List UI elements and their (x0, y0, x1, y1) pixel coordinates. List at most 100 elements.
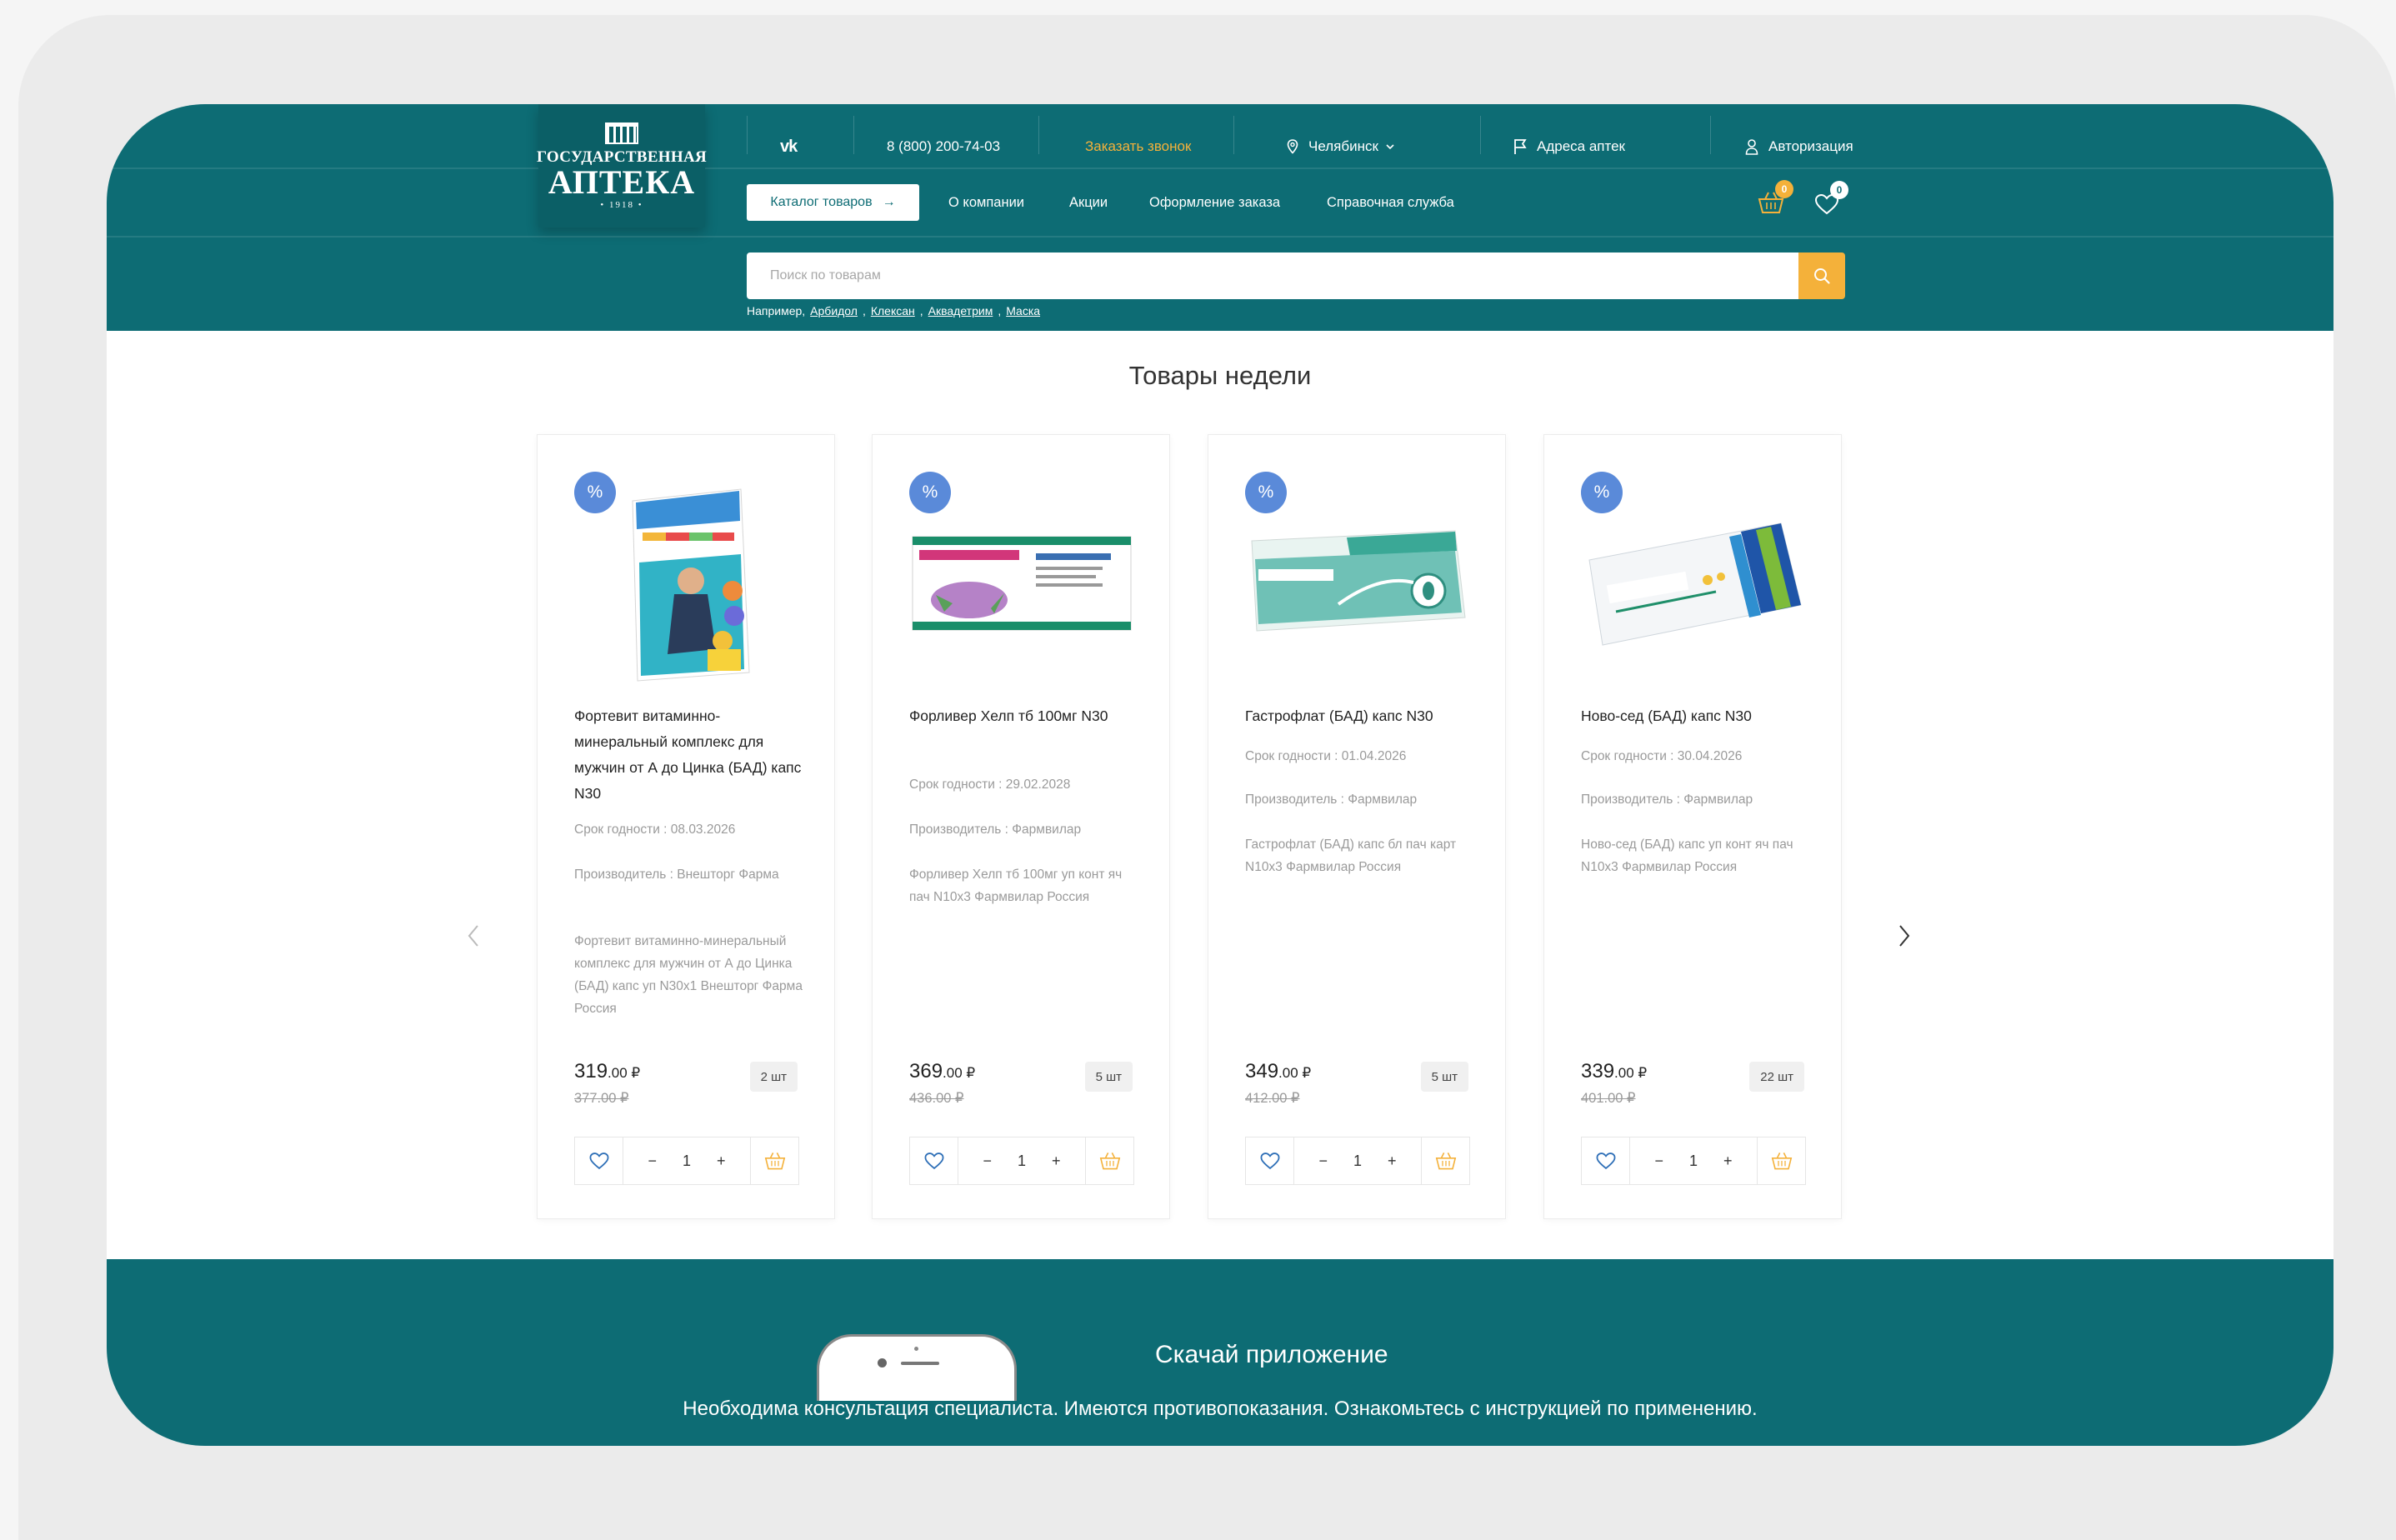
quantity-stepper: − 1 + (1294, 1152, 1421, 1170)
increase-button[interactable]: + (1723, 1152, 1733, 1170)
auth-link[interactable]: Авторизация (1745, 128, 1853, 166)
price-fraction: .00 ₽ (943, 1065, 976, 1081)
add-to-cart-button[interactable] (750, 1138, 798, 1184)
city-selector[interactable]: Челябинск (1287, 128, 1395, 166)
callback-label: Заказать звонок (1085, 138, 1192, 154)
decrease-button[interactable]: − (1318, 1152, 1328, 1170)
basket-icon (764, 1152, 785, 1170)
nav-label: Справочная служба (1327, 194, 1454, 210)
product-card[interactable]: % Ново-сед (БАД) капс N30 Срок годности … (1543, 434, 1842, 1219)
site-header: ГОСУДАРСТВЕННАЯ АПТЕКА • 1918 • vk 8 (80… (107, 104, 2333, 331)
product-card[interactable]: % Гастрофлат (БАД) капс N30 Срок годност… (1208, 434, 1506, 1219)
product-actions: − 1 + (574, 1137, 799, 1185)
decrease-button[interactable]: − (648, 1152, 657, 1170)
add-to-favorites-button[interactable] (575, 1138, 623, 1184)
carousel-next-button[interactable] (1892, 919, 1917, 952)
quantity-value[interactable]: 1 (1689, 1152, 1698, 1170)
favorites-button[interactable]: 0 (1813, 181, 1848, 216)
product-name[interactable]: Форливер Хелп тб 100мг N30 (909, 703, 1138, 729)
increase-button[interactable]: + (1052, 1152, 1061, 1170)
product-actions: − 1 + (909, 1137, 1134, 1185)
brand-logo[interactable]: ГОСУДАРСТВЕННАЯ АПТЕКА • 1918 • (537, 104, 707, 228)
price-fraction: .00 ₽ (1614, 1065, 1648, 1081)
stock-badge: 2 шт (749, 1062, 798, 1092)
phone-speaker (901, 1362, 939, 1365)
price-whole: 369 (909, 1060, 943, 1082)
auth-label: Авторизация (1768, 138, 1853, 154)
product-actions: − 1 + (1245, 1137, 1470, 1185)
product-card[interactable]: % Фортевит витаминно-минеральный комплек… (537, 434, 835, 1219)
add-to-favorites-button[interactable] (910, 1138, 958, 1184)
gastroflat-box-image (1251, 529, 1466, 632)
vk-icon: vk (780, 137, 798, 156)
add-to-cart-button[interactable] (1085, 1138, 1133, 1184)
pharmacy-addresses-link[interactable]: Адреса аптек (1513, 128, 1625, 166)
quantity-value[interactable]: 1 (1018, 1152, 1026, 1170)
add-to-cart-button[interactable] (1421, 1138, 1469, 1184)
hint-link[interactable]: Маска (1006, 304, 1040, 318)
hint-separator: , (919, 304, 923, 318)
product-name[interactable]: Фортевит витаминно-минеральный комплекс … (574, 703, 803, 807)
product-price: 339.00 ₽ (1581, 1060, 1647, 1083)
product-card[interactable]: % Форливер Хелп тб 100мг N30 Срок годнос… (872, 434, 1170, 1219)
add-to-favorites-button[interactable] (1246, 1138, 1294, 1184)
nav-label: Оформление заказа (1149, 194, 1281, 210)
quantity-stepper: − 1 + (623, 1152, 750, 1170)
hint-link[interactable]: Клексан (871, 304, 915, 318)
decrease-button[interactable]: − (1654, 1152, 1663, 1170)
search-input[interactable] (747, 252, 1798, 299)
logo-main-text: АПТЕКА (548, 162, 696, 201)
decrease-button[interactable]: − (983, 1152, 992, 1170)
basket-icon (1771, 1152, 1792, 1170)
quantity-value[interactable]: 1 (683, 1152, 691, 1170)
nav-item-order-info[interactable]: Оформление заказа (1149, 188, 1280, 218)
nav-item-promotions[interactable]: Акции (1069, 188, 1108, 218)
stock-badge: 5 шт (1084, 1062, 1133, 1092)
product-manufacturer: Производитель : Фармвилар (1245, 792, 1418, 807)
increase-button[interactable]: + (1388, 1152, 1397, 1170)
product-price: 349.00 ₽ (1245, 1060, 1311, 1083)
nav-item-help-desk[interactable]: Справочная служба (1327, 188, 1454, 218)
quantity-value[interactable]: 1 (1353, 1152, 1362, 1170)
product-name[interactable]: Ново-сед (БАД) капс N30 (1581, 703, 1810, 729)
city-label: Челябинск (1308, 138, 1378, 154)
stock-badge: 5 шт (1420, 1062, 1468, 1092)
product-old-price: 377.00 ₽ (574, 1091, 629, 1106)
product-price: 369.00 ₽ (909, 1060, 975, 1083)
building-icon (605, 122, 638, 144)
phone-camera (878, 1358, 887, 1368)
chevron-down-icon (1386, 144, 1394, 150)
header-divider (107, 236, 2333, 238)
nav-item-about[interactable]: О компании (948, 188, 1024, 218)
product-name[interactable]: Гастрофлат (БАД) капс N30 (1245, 703, 1474, 729)
catalog-button[interactable]: Каталог товаров → (747, 184, 919, 221)
heart-icon (924, 1152, 943, 1170)
callback-link[interactable]: Заказать звонок (1085, 128, 1191, 166)
search-icon (1814, 268, 1830, 284)
cart-button[interactable]: 0 (1757, 180, 1793, 215)
quantity-stepper: − 1 + (1630, 1152, 1757, 1170)
heart-icon (1260, 1152, 1279, 1170)
add-to-favorites-button[interactable] (1582, 1138, 1630, 1184)
hint-separator: , (998, 304, 1002, 318)
topbar-divider (1480, 116, 1481, 154)
hint-link[interactable]: Арбидол (810, 304, 858, 318)
vitamin-box-image (632, 488, 750, 682)
add-to-cart-button[interactable] (1757, 1138, 1805, 1184)
nav-label: О компании (948, 194, 1024, 210)
medical-disclaimer: Необходима консультация специалиста. Име… (683, 1398, 1758, 1420)
nav-label: Акции (1069, 194, 1108, 210)
phone-link[interactable]: 8 (800) 200-74-03 (887, 128, 1000, 166)
addresses-label: Адреса аптек (1537, 138, 1625, 154)
cart-count-badge: 0 (1775, 180, 1793, 198)
user-icon (1745, 139, 1758, 155)
increase-button[interactable]: + (717, 1152, 726, 1170)
carousel-prev-button[interactable] (461, 919, 486, 952)
heart-icon (1596, 1152, 1615, 1170)
vk-link[interactable]: vk (780, 128, 798, 166)
hint-separator: , (862, 304, 866, 318)
topbar-divider (1233, 116, 1234, 154)
product-price: 319.00 ₽ (574, 1060, 640, 1083)
search-button[interactable] (1798, 252, 1845, 299)
hint-link[interactable]: Аквадетрим (928, 304, 993, 318)
